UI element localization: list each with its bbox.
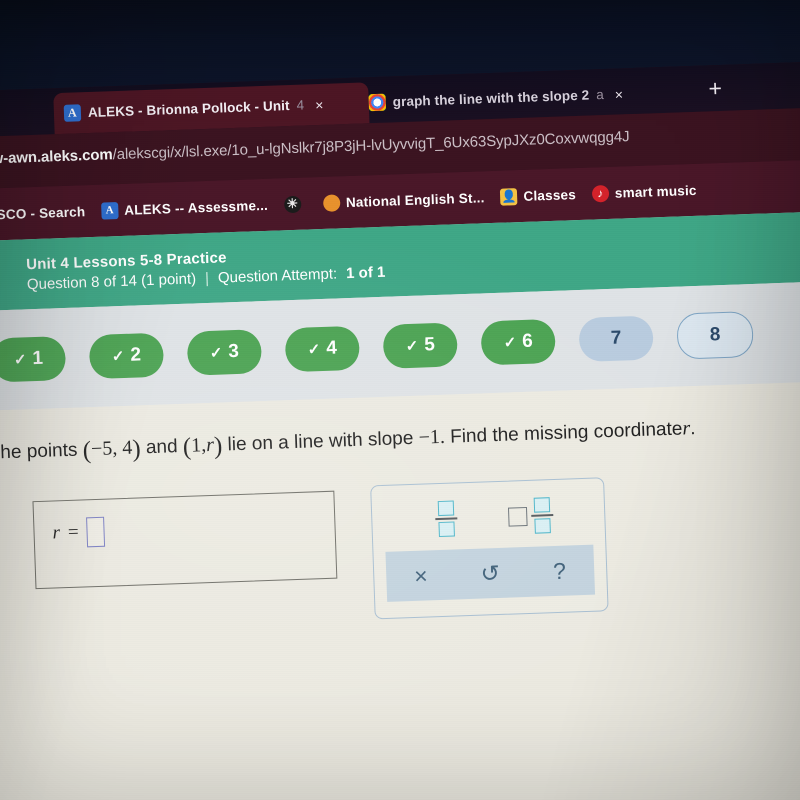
bookmark-vsco-search[interactable]: VSCO - Search — [0, 202, 86, 225]
question-pill-6[interactable]: ✓ 6 — [480, 318, 556, 366]
check-icon: ✓ — [13, 351, 27, 369]
answer-input[interactable] — [86, 516, 106, 548]
mixed-number-button[interactable] — [507, 495, 553, 536]
browser-chrome: nd Learn × A ALEKS - Brionna Pollock - U… — [0, 60, 800, 242]
globe-icon: ☀ — [283, 195, 302, 213]
question-period: . — [689, 418, 696, 440]
pill-number: 6 — [521, 330, 534, 353]
question-part-2: lie on a line with slope — [227, 427, 414, 456]
bookmark-classes[interactable]: 👤 Classes — [500, 186, 576, 206]
question-text: The points (−5, 4) and (1,r) lie on a li… — [0, 416, 696, 469]
screen-surface: nd Learn × A ALEKS - Brionna Pollock - U… — [0, 0, 800, 800]
mixed-number-icon — [507, 497, 553, 535]
tab-title: graph the line with the slope 2 — [392, 87, 590, 110]
question-counter: Question 8 of 14 (1 point) — [26, 269, 197, 293]
answer-variable: r — [52, 522, 61, 544]
pill-number: 2 — [130, 344, 142, 366]
url-host: www-awn.aleks.com — [0, 146, 113, 169]
bookmark-label: ALEKS -- Assessme... — [123, 197, 269, 218]
pill-number: 3 — [228, 340, 240, 363]
aleks-header-text: Unit 4 Lessons 5-8 Practice Question 8 o… — [26, 243, 386, 293]
question-pill-4[interactable]: ✓ 4 — [284, 325, 361, 373]
answer-box[interactable]: r = — [32, 490, 338, 590]
point-b-close-paren: ) — [213, 432, 223, 460]
pill-number: 7 — [610, 327, 622, 349]
aleks-favicon-icon: A — [63, 104, 82, 122]
fraction-button[interactable] — [426, 498, 467, 539]
question-pill-2[interactable]: ✓ 2 — [88, 332, 165, 380]
pill-number: 8 — [709, 324, 721, 346]
google-favicon-icon — [368, 93, 387, 112]
question-body: The points (−5, 4) and (1,r) lie on a li… — [0, 380, 800, 800]
status-separator: | — [204, 269, 210, 287]
slope-value: −1. — [418, 425, 446, 449]
attempt-value: 1 of 1 — [345, 263, 386, 282]
math-palette-bottom-row: × ↺ ? — [385, 544, 596, 602]
tab-close-icon[interactable]: × — [615, 86, 624, 102]
fraction-icon — [435, 500, 458, 538]
classroom-icon: 👤 — [500, 187, 518, 206]
tab-title-suffix: 4 — [296, 97, 305, 113]
undo-icon[interactable]: ↺ — [470, 553, 511, 594]
url-path: /alekscgi/x/lsl.exe/1o_u-lgNslkr7j8P3jH-… — [112, 128, 630, 164]
pill-number: 1 — [32, 347, 44, 370]
math-input-palette: × ↺ ? — [370, 477, 609, 620]
answer-equals-sign: = — [67, 521, 80, 543]
bookmark-label: smart music — [614, 182, 697, 201]
point-b-x: 1, — [190, 434, 207, 457]
help-button[interactable]: ? — [539, 550, 580, 591]
question-conjunction: and — [145, 436, 178, 459]
check-icon: ✓ — [111, 347, 125, 366]
aleks-icon: A — [100, 201, 119, 220]
aleks-page: Unit 4 Lessons 5-8 Practice Question 8 o… — [0, 210, 800, 800]
tab-title-suffix: a — [595, 87, 605, 103]
bookmark-label: VSCO - Search — [0, 203, 86, 223]
tab-title: ALEKS - Brionna Pollock - Unit — [87, 98, 290, 121]
bookmark-national-english[interactable]: National English St... — [322, 189, 485, 212]
math-palette-top-row — [371, 484, 605, 550]
new-tab-button[interactable]: + — [708, 75, 722, 101]
bookmark-label: Classes — [523, 186, 577, 204]
pill-number: 5 — [423, 334, 436, 356]
answer-expression: r = — [52, 516, 106, 549]
question-part-3: Find the missing coordinate — [449, 418, 683, 448]
point-a-close-paren: ) — [131, 435, 142, 463]
bookmark-label: National English St... — [345, 189, 485, 210]
attempt-label: Question Attempt: — [217, 264, 338, 287]
bookmark-aleks-assessment[interactable]: A ALEKS -- Assessme... — [100, 196, 269, 220]
orange-dot-icon — [322, 193, 341, 212]
check-icon: ✓ — [503, 334, 517, 352]
question-pill-8-current[interactable]: 8 — [676, 310, 754, 360]
tab-close-icon[interactable]: × — [315, 96, 324, 112]
address-bar[interactable]: www-awn.aleks.com/alekscgi/x/lsl.exe/1o_… — [0, 128, 630, 168]
check-icon: ✓ — [307, 341, 321, 359]
question-pill-3[interactable]: ✓ 3 — [186, 329, 263, 376]
question-part-1: The points — [0, 439, 78, 464]
clear-button[interactable]: × — [400, 555, 441, 596]
photo-of-screen: nd Learn × A ALEKS - Brionna Pollock - U… — [0, 0, 800, 800]
question-pill-1[interactable]: ✓ 1 — [0, 335, 67, 383]
smartmusic-icon: ♪ — [591, 184, 610, 203]
pill-number: 4 — [325, 337, 338, 359]
check-icon: ✓ — [405, 337, 419, 356]
question-pill-5[interactable]: ✓ 5 — [382, 322, 459, 369]
bookmark-smart-music[interactable]: ♪ smart music — [591, 181, 697, 203]
check-icon: ✓ — [209, 344, 223, 362]
point-a-value: −5, 4 — [90, 436, 133, 461]
question-pill-7[interactable]: 7 — [578, 315, 654, 363]
bookmark-globe[interactable]: ☀ — [283, 195, 308, 213]
